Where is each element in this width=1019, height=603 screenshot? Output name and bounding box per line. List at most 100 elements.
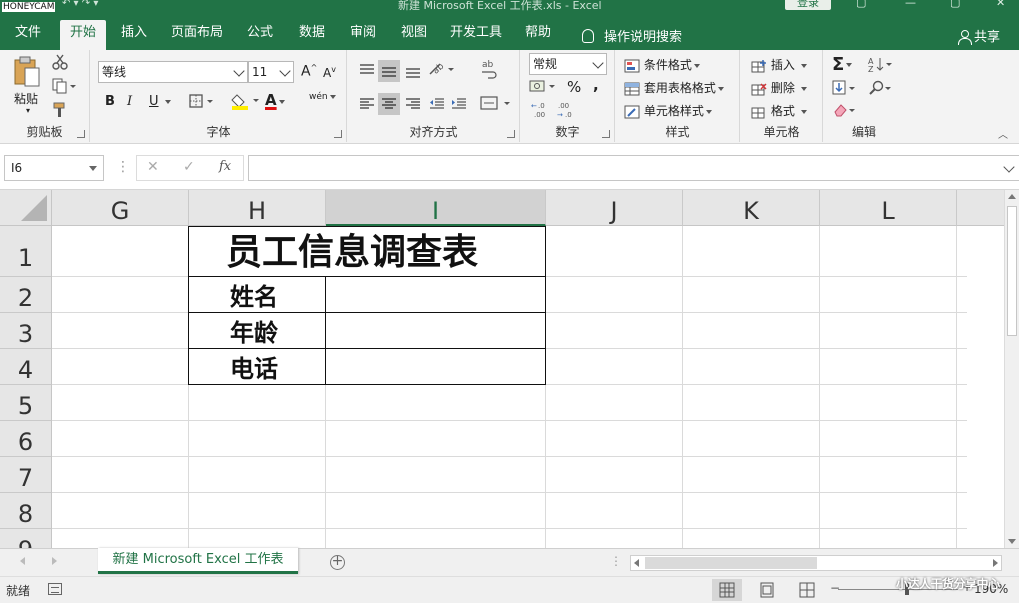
phonetic-button[interactable]: wén: [309, 92, 336, 102]
row-header-1[interactable]: 1: [0, 226, 52, 277]
formula-bar-grip[interactable]: ⋮: [116, 159, 130, 175]
tab-help[interactable]: 帮助: [516, 20, 560, 50]
align-middle-icon[interactable]: [378, 60, 400, 82]
name-box[interactable]: I6: [4, 155, 104, 181]
format-painter-icon[interactable]: [52, 102, 68, 121]
bold-button[interactable]: B: [105, 94, 115, 109]
cell-styles-button[interactable]: 单元格样式: [624, 102, 712, 119]
align-bottom-icon[interactable]: [404, 62, 422, 81]
row-header-2[interactable]: 2: [0, 277, 52, 313]
merge-center-icon[interactable]: [480, 95, 512, 116]
select-all-button[interactable]: [0, 190, 52, 226]
column-header-i[interactable]: I: [326, 190, 546, 226]
tab-insert[interactable]: 插入: [112, 20, 156, 50]
formula-input[interactable]: [248, 155, 1019, 181]
increase-indent-icon[interactable]: [450, 96, 468, 115]
horizontal-scroll-thumb[interactable]: [645, 557, 817, 569]
cancel-icon[interactable]: ✕: [147, 159, 159, 175]
row-header-9[interactable]: 9: [0, 529, 52, 548]
increase-decimal-icon[interactable]: ← .0.00: [531, 100, 553, 121]
page-break-view-button[interactable]: [792, 579, 822, 601]
delete-cells-button[interactable]: 删除: [751, 79, 807, 96]
row-header-7[interactable]: 7: [0, 457, 52, 493]
grow-font-button[interactable]: A^: [301, 63, 317, 80]
page-layout-view-button[interactable]: [752, 579, 782, 601]
add-sheet-icon[interactable]: +: [330, 554, 345, 570]
insert-cells-button[interactable]: 插入: [751, 56, 807, 73]
orientation-icon[interactable]: ab: [428, 60, 456, 81]
paste-label[interactable]: 粘贴: [14, 90, 38, 107]
wrap-text-icon[interactable]: ab: [480, 58, 498, 83]
macro-record-icon[interactable]: [48, 583, 62, 595]
align-top-icon[interactable]: [358, 62, 376, 81]
column-header-g[interactable]: G: [52, 190, 189, 226]
sheet-tab-active[interactable]: 新建 Microsoft Excel 工作表: [98, 548, 298, 574]
clear-icon[interactable]: [832, 102, 856, 118]
tab-home[interactable]: 开始: [60, 20, 106, 50]
alignment-launcher[interactable]: [507, 130, 515, 138]
minimize-icon[interactable]: —: [905, 0, 916, 9]
number-format-select[interactable]: 常规: [529, 53, 607, 75]
align-right-icon[interactable]: [404, 96, 422, 115]
horizontal-scrollbar[interactable]: [630, 555, 1002, 571]
comma-button[interactable]: ,: [593, 76, 599, 94]
conditional-formatting-button[interactable]: 条件格式: [624, 56, 700, 73]
close-icon[interactable]: ✕: [996, 0, 1005, 9]
format-cells-button[interactable]: 格式: [751, 102, 807, 119]
tab-page-layout[interactable]: 页面布局: [164, 20, 230, 50]
shrink-font-button[interactable]: Av: [323, 65, 336, 80]
tab-file[interactable]: 文件: [6, 20, 50, 50]
italic-button[interactable]: I: [127, 94, 132, 109]
tell-me-search[interactable]: 操作说明搜索: [582, 26, 682, 45]
underline-button[interactable]: U: [149, 94, 159, 109]
column-header-k[interactable]: K: [683, 190, 820, 226]
paste-dropdown-icon[interactable]: ▾: [26, 106, 30, 115]
column-header-h[interactable]: H: [189, 190, 326, 226]
row-header-5[interactable]: 5: [0, 385, 52, 421]
tab-review[interactable]: 审阅: [341, 20, 385, 50]
row-header-4[interactable]: 4: [0, 349, 52, 385]
column-header-j[interactable]: J: [546, 190, 683, 226]
sort-filter-icon[interactable]: AZ: [868, 56, 892, 72]
borders-icon[interactable]: [189, 93, 213, 112]
paste-icon[interactable]: [12, 56, 42, 88]
tab-developer[interactable]: 开发工具: [444, 20, 508, 50]
vertical-scrollbar[interactable]: [1004, 190, 1019, 548]
row-header-6[interactable]: 6: [0, 421, 52, 457]
fill-icon[interactable]: [832, 80, 856, 96]
row-header-3[interactable]: 3: [0, 313, 52, 349]
expand-formula-icon[interactable]: [1003, 161, 1015, 173]
font-name-select[interactable]: 等线: [98, 61, 248, 83]
number-launcher[interactable]: [602, 130, 610, 138]
scroll-up-icon[interactable]: [1008, 194, 1016, 199]
login-button[interactable]: 登录: [785, 0, 831, 10]
enter-icon[interactable]: ✓: [183, 159, 195, 175]
vertical-scroll-thumb[interactable]: [1007, 206, 1017, 336]
tab-view[interactable]: 视图: [392, 20, 436, 50]
accounting-format-icon[interactable]: [529, 78, 557, 99]
normal-view-button[interactable]: [712, 579, 742, 601]
cut-icon[interactable]: [52, 54, 68, 73]
zoom-out-button[interactable]: −: [830, 581, 840, 595]
format-as-table-button[interactable]: 套用表格格式: [624, 79, 724, 96]
font-size-select[interactable]: 11: [248, 61, 294, 83]
scroll-down-icon[interactable]: [1008, 539, 1016, 544]
ribbon-display-icon[interactable]: ▢: [856, 0, 866, 9]
autosum-icon[interactable]: Σ: [832, 54, 853, 75]
column-header-l[interactable]: L: [820, 190, 957, 226]
align-center-icon[interactable]: [378, 93, 400, 115]
maximize-icon[interactable]: ▢: [950, 0, 960, 9]
clipboard-launcher[interactable]: [77, 130, 85, 138]
worksheet-grid[interactable]: G H I J K L 1 2 3 4 5 6 7 8 9: [0, 190, 1019, 548]
tab-formulas[interactable]: 公式: [238, 20, 282, 50]
next-sheet-icon[interactable]: [52, 557, 57, 565]
row-header-8[interactable]: 8: [0, 493, 52, 529]
tab-split-grip[interactable]: ⋮: [610, 554, 622, 568]
percent-button[interactable]: %: [567, 78, 581, 96]
collapse-ribbon-icon[interactable]: ︿: [998, 126, 1008, 141]
fill-color-icon[interactable]: [231, 91, 259, 114]
scroll-right-icon[interactable]: [993, 559, 998, 567]
undo-redo-icons[interactable]: ↶ ▾ ↷ ▾: [62, 0, 98, 9]
share-button[interactable]: 共享: [958, 26, 1000, 45]
align-left-icon[interactable]: [358, 96, 376, 115]
